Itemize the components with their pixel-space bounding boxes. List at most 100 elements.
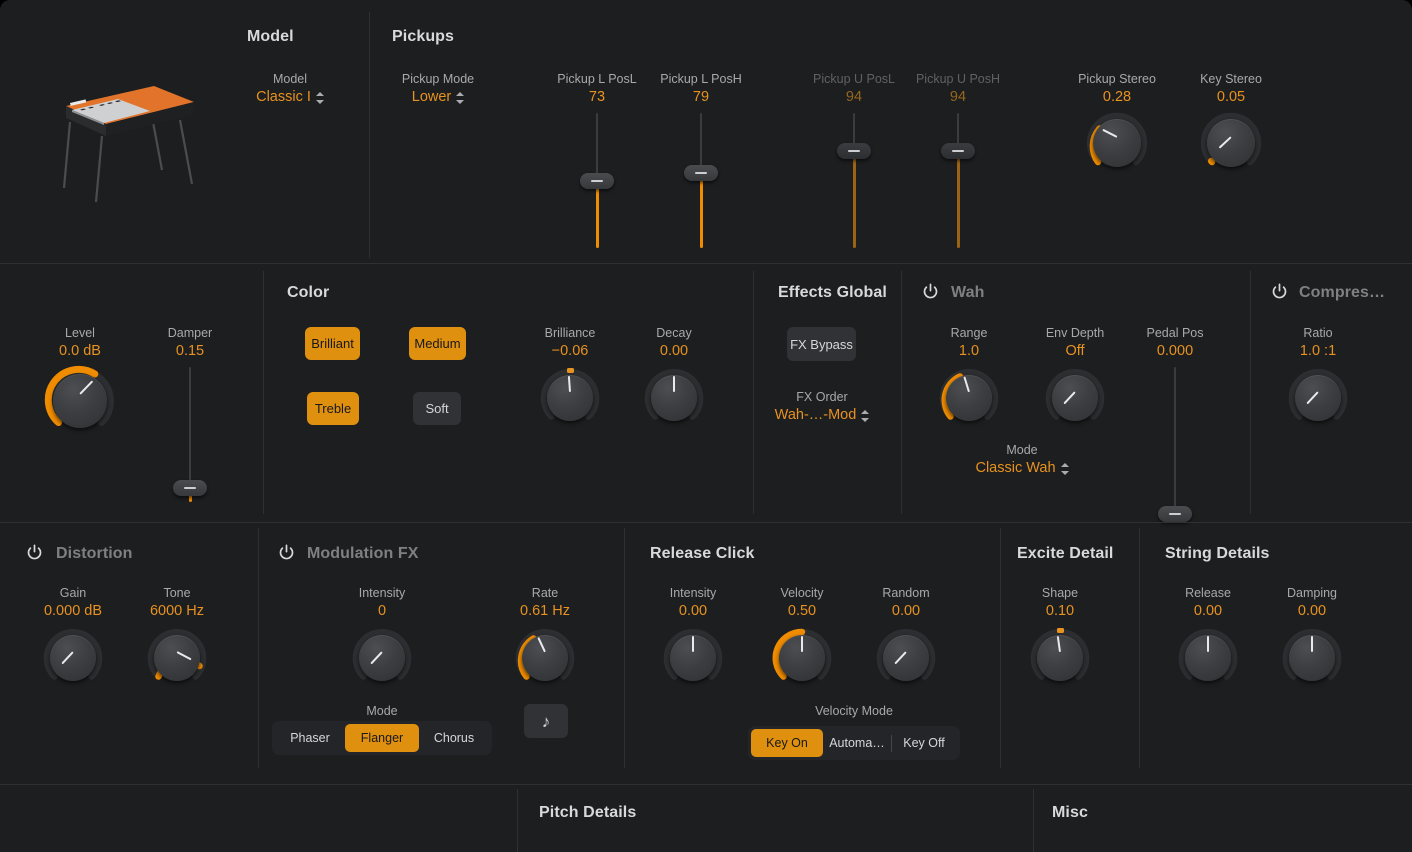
modfx-intensity-knob[interactable] [351,627,413,689]
slider-thumb[interactable] [684,165,718,181]
string-release-value: 0.00 [1193,603,1223,619]
compressor-ratio-value: 1.0 :1 [1299,343,1337,359]
releaseclick-intensity-control[interactable]: Intensity 0.00 [633,586,753,689]
pickup-l-posh-control[interactable]: Pickup L PosH 79 [641,72,761,248]
wah-power-icon[interactable] [922,283,939,300]
section-title-color: Color [287,284,330,301]
slider-thumb[interactable] [580,173,614,189]
center-detent-marker [566,368,574,373]
damper-label: Damper [167,326,213,340]
releaseclick-random-control[interactable]: Random 0.00 [846,586,966,689]
releaseclick-velocity-knob[interactable] [771,627,833,689]
wah-mode-value: Classic Wah [975,460,1056,476]
section-title-compressor: Compres… [1299,284,1386,301]
distortion-gain-control[interactable]: Gain 0.000 dB [13,586,133,689]
level-knob[interactable] [44,365,116,437]
excite-shape-knob[interactable] [1029,627,1091,689]
modfx-mode-flanger[interactable]: Flanger [345,724,419,752]
excite-shape-control[interactable]: Shape 0.10 [1000,586,1120,689]
wah-range-knob[interactable] [938,367,1000,429]
releaseclick-intensity-knob[interactable] [662,627,724,689]
section-title-pitch-details: Pitch Details [539,804,637,821]
row-pitch-misc: Pitch Details Misc [0,780,1412,852]
slider-thumb[interactable] [941,143,975,159]
compressor-ratio-control[interactable]: Ratio 1.0 :1 [1258,326,1378,429]
color-button-brilliant[interactable]: Brilliant [305,327,360,360]
modfx-mode-chorus[interactable]: Chorus [419,724,489,752]
pickup-stereo-knob[interactable] [1085,111,1149,175]
releaseclick-velocity-mode-label: Velocity Mode [815,704,893,718]
brilliance-value: −0.06 [551,343,589,359]
modfx-rate-control[interactable]: Rate 0.61 Hz [485,586,605,689]
damper-control[interactable]: Damper 0.15 [130,326,250,502]
pickup-u-posl-label: Pickup U PosL [813,72,895,86]
chevron-updown-icon [1060,462,1069,476]
releaseclick-random-knob[interactable] [875,627,937,689]
decay-knob[interactable] [643,367,705,429]
modfx-mode-segmented[interactable]: Phaser Flanger Chorus [272,721,492,755]
pickup-u-posh-control[interactable]: Pickup U PosH 94 [898,72,1018,248]
color-button-medium[interactable]: Medium [409,327,466,360]
pickup-l-posl-slider[interactable] [577,113,617,248]
releaseclick-velocity-mode-segmented[interactable]: Key On Automa… Key Off [748,726,960,760]
model-popup[interactable]: Classic I [256,88,324,107]
compressor-ratio-knob[interactable] [1287,367,1349,429]
key-stereo-knob[interactable] [1199,111,1263,175]
string-damping-control[interactable]: Damping 0.00 [1252,586,1372,689]
pickup-u-posh-slider[interactable] [938,113,978,248]
wah-pedal-pos-control[interactable]: Pedal Pos 0.000 [1115,326,1235,522]
wah-range-control[interactable]: Range 1.0 [909,326,1029,429]
distortion-tone-control[interactable]: Tone 6000 Hz [117,586,237,689]
distortion-tone-knob[interactable] [146,627,208,689]
pickup-u-posl-slider[interactable] [834,113,874,248]
wah-pedal-pos-slider[interactable] [1155,367,1195,522]
fx-bypass-button[interactable]: FX Bypass [787,327,856,361]
modulation-fx-power-icon[interactable] [278,544,295,561]
section-title-release-click: Release Click [650,545,755,562]
string-release-knob[interactable] [1177,627,1239,689]
pickup-u-posl-control[interactable]: Pickup U PosL 94 [794,72,914,248]
color-button-soft[interactable]: Soft [413,392,461,425]
modfx-intensity-control[interactable]: Intensity 0 [322,586,442,689]
level-control[interactable]: Level 0.0 dB [20,326,140,437]
wah-env-depth-knob[interactable] [1044,367,1106,429]
releaseclick-velocity-control[interactable]: Velocity 0.50 [742,586,862,689]
string-damping-knob[interactable] [1281,627,1343,689]
pickup-l-posh-slider[interactable] [681,113,721,248]
slider-thumb[interactable] [837,143,871,159]
damper-slider[interactable] [170,367,210,502]
row-model-pickups: Model Model Classic I Pickups Pickup Mod… [0,6,1412,264]
color-button-treble[interactable]: Treble [307,392,359,425]
velocity-mode-key-off[interactable]: Key Off [892,729,956,757]
compressor-power-icon[interactable] [1271,283,1288,300]
slider-thumb[interactable] [173,480,207,496]
modfx-rate-knob[interactable] [514,627,576,689]
distortion-power-icon[interactable] [26,544,43,561]
decay-control[interactable]: Decay 0.00 [614,326,734,429]
slider-thumb[interactable] [1158,506,1192,522]
wah-mode-control[interactable]: Mode Classic Wah [962,443,1082,478]
modfx-intensity-value: 0 [377,603,387,619]
pickup-l-posl-control[interactable]: Pickup L PosL 73 [537,72,657,248]
string-release-control[interactable]: Release 0.00 [1148,586,1268,689]
pickup-mode-popup[interactable]: Lower [412,88,465,107]
modfx-mode-phaser[interactable]: Phaser [275,724,345,752]
wah-mode-popup[interactable]: Classic Wah [975,459,1069,478]
pickup-mode-control[interactable]: Pickup Mode Lower [378,72,498,107]
fx-order-popup[interactable]: Wah-…-Mod [775,406,870,425]
modfx-sync-button[interactable]: ♪ [524,704,568,738]
pickup-stereo-control[interactable]: Pickup Stereo 0.28 [1057,72,1177,175]
distortion-gain-knob[interactable] [42,627,104,689]
wah-range-value: 1.0 [958,343,980,359]
velocity-mode-key-on[interactable]: Key On [751,729,823,757]
velocity-mode-automatic[interactable]: Automa… [823,729,891,757]
string-damping-value: 0.00 [1297,603,1327,619]
model-control[interactable]: Model Classic I [230,72,350,107]
key-stereo-control[interactable]: Key Stereo 0.05 [1171,72,1291,175]
damper-value: 0.15 [175,343,205,359]
pickup-l-posh-label: Pickup L PosH [660,72,742,86]
brilliance-knob[interactable] [539,367,601,429]
fx-order-label: FX Order [796,390,848,404]
brilliance-control[interactable]: Brilliance −0.06 [510,326,630,429]
fx-order-control[interactable]: FX Order Wah-…-Mod [762,390,882,425]
